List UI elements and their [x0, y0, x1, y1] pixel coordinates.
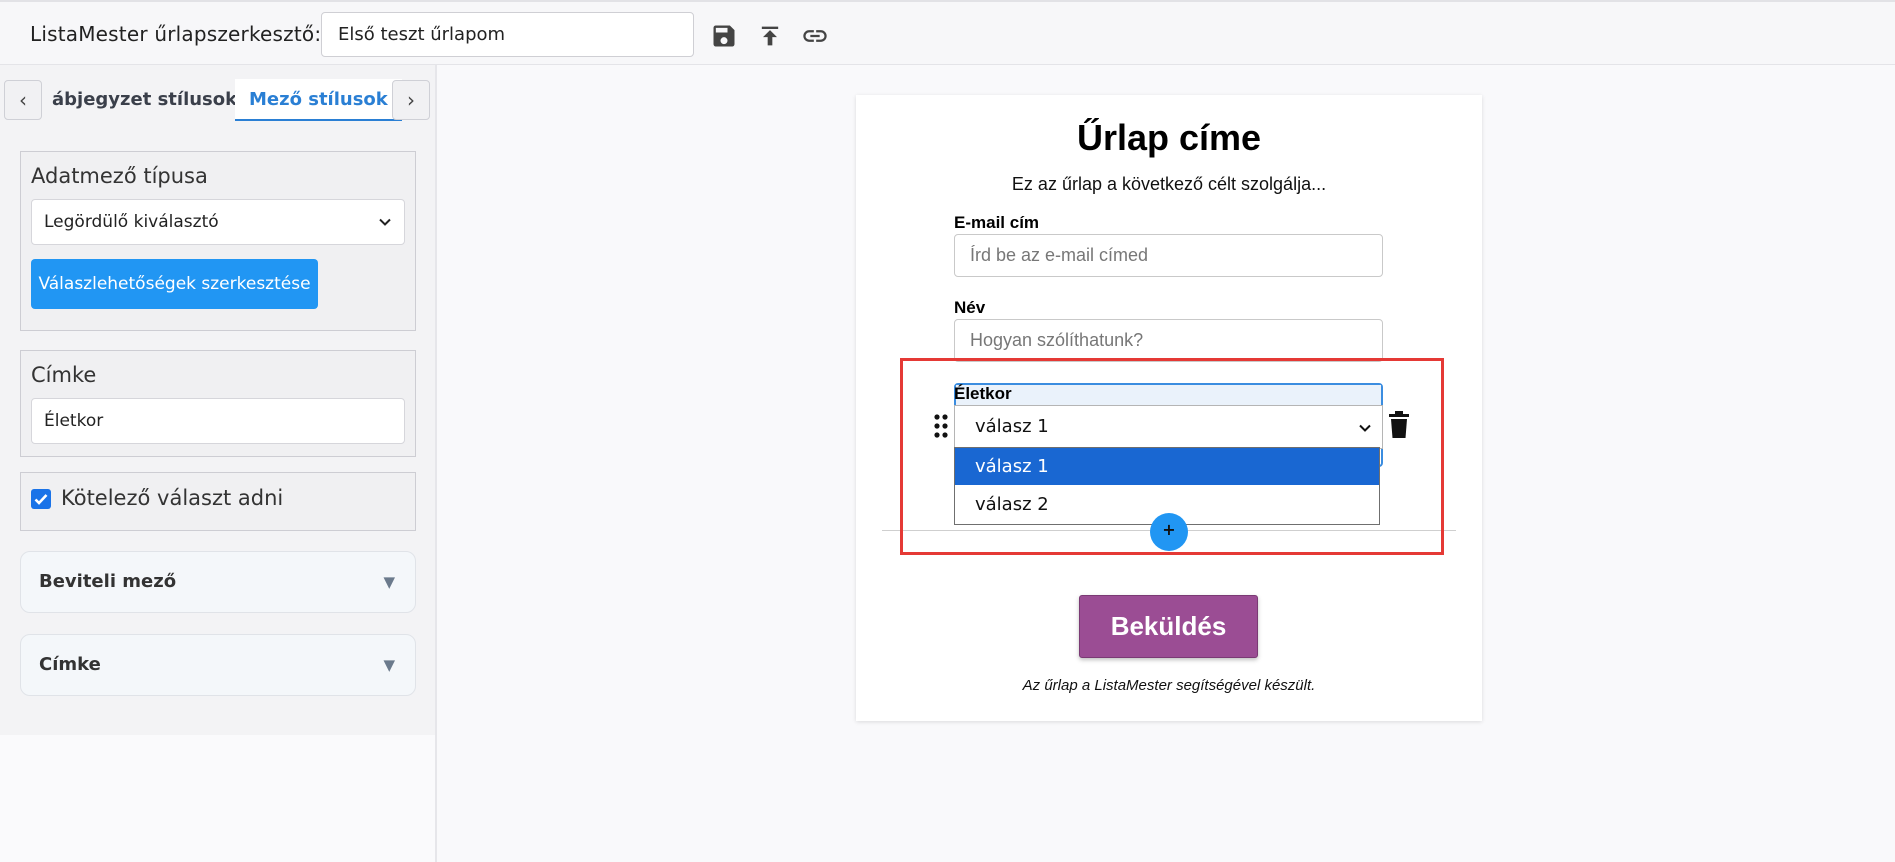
tab-annotation-styles[interactable]: ábjegyzet stílusok — [52, 79, 237, 121]
collapsible-label: Beviteli mező — [39, 571, 177, 592]
required-checkbox[interactable] — [31, 489, 51, 509]
link-icon[interactable] — [801, 22, 829, 50]
label-panel-title: Címke — [31, 363, 97, 387]
sidebar: ‹ ábjegyzet stílusok Mező stílusok › Ada… — [0, 65, 437, 735]
field-type-select[interactable]: Legördülő kiválasztó — [31, 199, 405, 245]
sidebar-empty-area — [0, 735, 437, 862]
app-title: ListaMester űrlapszerkesztő: — [30, 22, 322, 46]
submit-button[interactable]: Beküldés — [1079, 595, 1258, 658]
required-panel: Kötelező választ adni — [20, 472, 416, 531]
required-label: Kötelező választ adni — [61, 486, 284, 510]
upload-icon[interactable] — [756, 22, 784, 50]
label-input[interactable]: Életkor — [31, 398, 405, 444]
save-icon[interactable] — [710, 22, 738, 50]
name-field[interactable]: Hogyan szólíthatunk? — [954, 319, 1383, 362]
email-label: E-mail cím — [954, 213, 1040, 232]
label-collapsible[interactable]: Címke ▼ — [20, 634, 416, 696]
footer-note: Az űrlap a ListaMester segítségével kész… — [1022, 677, 1316, 694]
triangle-down-icon: ▼ — [383, 656, 395, 674]
highlight-box — [900, 358, 1444, 555]
email-field[interactable]: Írd be az e-mail címed — [954, 234, 1383, 277]
field-type-value: Legördülő kiválasztó — [44, 212, 219, 232]
field-type-panel: Adatmező típusa Legördülő kiválasztó Vál… — [20, 151, 416, 331]
form-description[interactable]: Ez az űrlap a következő célt szolgálja..… — [856, 174, 1482, 195]
tab-prev-button[interactable]: ‹ — [4, 80, 42, 120]
tab-next-button[interactable]: › — [392, 80, 430, 120]
form-name-input[interactable] — [321, 12, 694, 57]
name-label: Név — [954, 298, 986, 317]
checkmark-icon — [34, 494, 48, 505]
field-type-label: Adatmező típusa — [31, 164, 208, 188]
triangle-down-icon: ▼ — [383, 573, 395, 591]
top-bar: ListaMester űrlapszerkesztő: — [0, 0, 1895, 65]
chevron-down-icon — [379, 218, 391, 226]
tab-field-styles[interactable]: Mező stílusok — [235, 79, 402, 121]
collapsible-label: Címke — [39, 654, 101, 675]
label-panel: Címke Életkor — [20, 350, 416, 457]
edit-options-button[interactable]: Válaszlehetőségek szerkesztése — [31, 259, 318, 309]
input-field-collapsible[interactable]: Beviteli mező ▼ — [20, 551, 416, 613]
form-title[interactable]: Űrlap címe — [856, 117, 1482, 159]
